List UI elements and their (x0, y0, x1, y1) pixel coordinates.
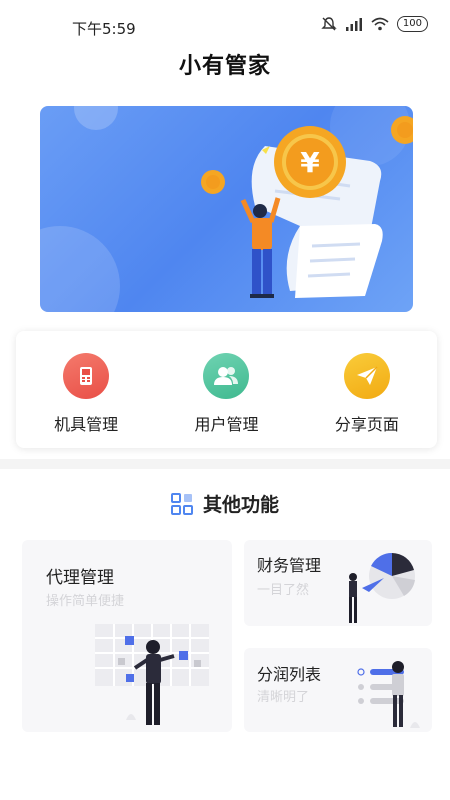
status-icons: 100 (321, 16, 428, 32)
agent-illustration (95, 624, 209, 725)
mute-icon (321, 17, 337, 31)
battery-indicator: 100 (396, 16, 428, 32)
users-icon (203, 353, 250, 399)
quick-menu: 机具管理 用户管理 分享页面 (16, 331, 437, 448)
wifi-icon (371, 17, 389, 31)
paper-plane-icon (343, 353, 390, 399)
device-icon (63, 353, 110, 399)
section-divider (0, 459, 450, 469)
section-title: 其他功能 (202, 494, 279, 516)
status-bar: 下午5:59 100 (0, 0, 450, 48)
page-title: 小有管家 (178, 54, 271, 79)
grid-icon (170, 492, 193, 515)
banner[interactable]: ¥ (40, 106, 413, 312)
menu-item-device[interactable]: 机具管理 (16, 331, 156, 448)
signal-icon (345, 18, 362, 31)
profit-illustration (357, 661, 420, 728)
menu-item-share[interactable]: 分享页面 (297, 331, 437, 448)
banner-illustration: ¥ (40, 106, 413, 312)
finance-illustration (349, 552, 415, 623)
menu-item-users[interactable]: 用户管理 (156, 331, 296, 448)
menu-label-users: 用户管理 (194, 415, 259, 434)
section-header: 其他功能 (0, 490, 450, 517)
status-time: 下午5:59 (72, 20, 136, 38)
svg-text:¥: ¥ (300, 146, 320, 179)
menu-label-share: 分享页面 (334, 415, 399, 434)
agent-management-card[interactable]: 代理管理 操作简单便捷 (22, 540, 232, 732)
finance-management-card[interactable]: 财务管理 一目了然 (244, 540, 432, 626)
profit-list-card[interactable]: 分润列表 清晰明了 (244, 648, 432, 732)
menu-label-device: 机具管理 (54, 415, 119, 434)
